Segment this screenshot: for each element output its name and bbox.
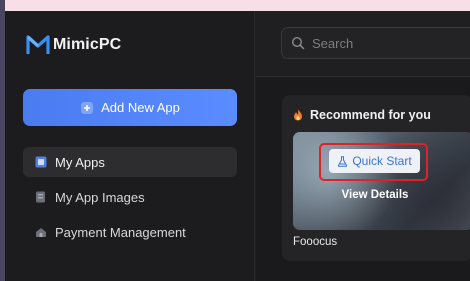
- sidebar: MimicPC Add New App My Apps My App Image…: [5, 11, 255, 281]
- main-content: Recommend for you Quick Start View Detai…: [256, 78, 470, 281]
- apps-icon: [35, 156, 47, 168]
- brand-name: MimicPC: [53, 36, 122, 53]
- quick-start-label: Quick Start: [352, 154, 412, 168]
- add-new-app-button[interactable]: Add New App: [23, 89, 237, 126]
- fire-icon: [292, 109, 304, 121]
- recommend-card: Recommend for you Quick Start View Detai…: [282, 95, 470, 261]
- sidebar-item-label: My Apps: [55, 154, 105, 170]
- search-placeholder: Search: [312, 35, 354, 51]
- payment-icon: [35, 226, 47, 238]
- add-app-icon: [80, 101, 94, 115]
- search-icon: [291, 36, 305, 50]
- app-thumbnail[interactable]: Quick Start View Details: [293, 132, 470, 230]
- view-details-link[interactable]: View Details: [293, 189, 457, 201]
- app-name: Fooocus: [293, 236, 338, 248]
- add-new-app-label: Add New App: [101, 100, 180, 115]
- browser-top-strip: [5, 0, 470, 11]
- sidebar-item-label: My App Images: [55, 189, 145, 205]
- recommend-title: Recommend for you: [310, 108, 431, 122]
- search-input[interactable]: Search: [281, 27, 470, 59]
- brand[interactable]: MimicPC: [26, 34, 121, 56]
- sidebar-item-label: Payment Management: [55, 224, 186, 240]
- recommend-header: Recommend for you: [292, 108, 431, 122]
- sidebar-item-payment-management[interactable]: Payment Management: [23, 217, 237, 247]
- app-images-icon: [35, 191, 47, 203]
- flask-icon: [337, 155, 348, 167]
- sidebar-item-my-apps[interactable]: My Apps: [23, 147, 237, 177]
- mimicpc-logo-icon: [26, 34, 50, 56]
- quick-start-button[interactable]: Quick Start: [329, 149, 420, 173]
- sidebar-item-my-app-images[interactable]: My App Images: [23, 182, 237, 212]
- top-bar: Search: [256, 11, 470, 77]
